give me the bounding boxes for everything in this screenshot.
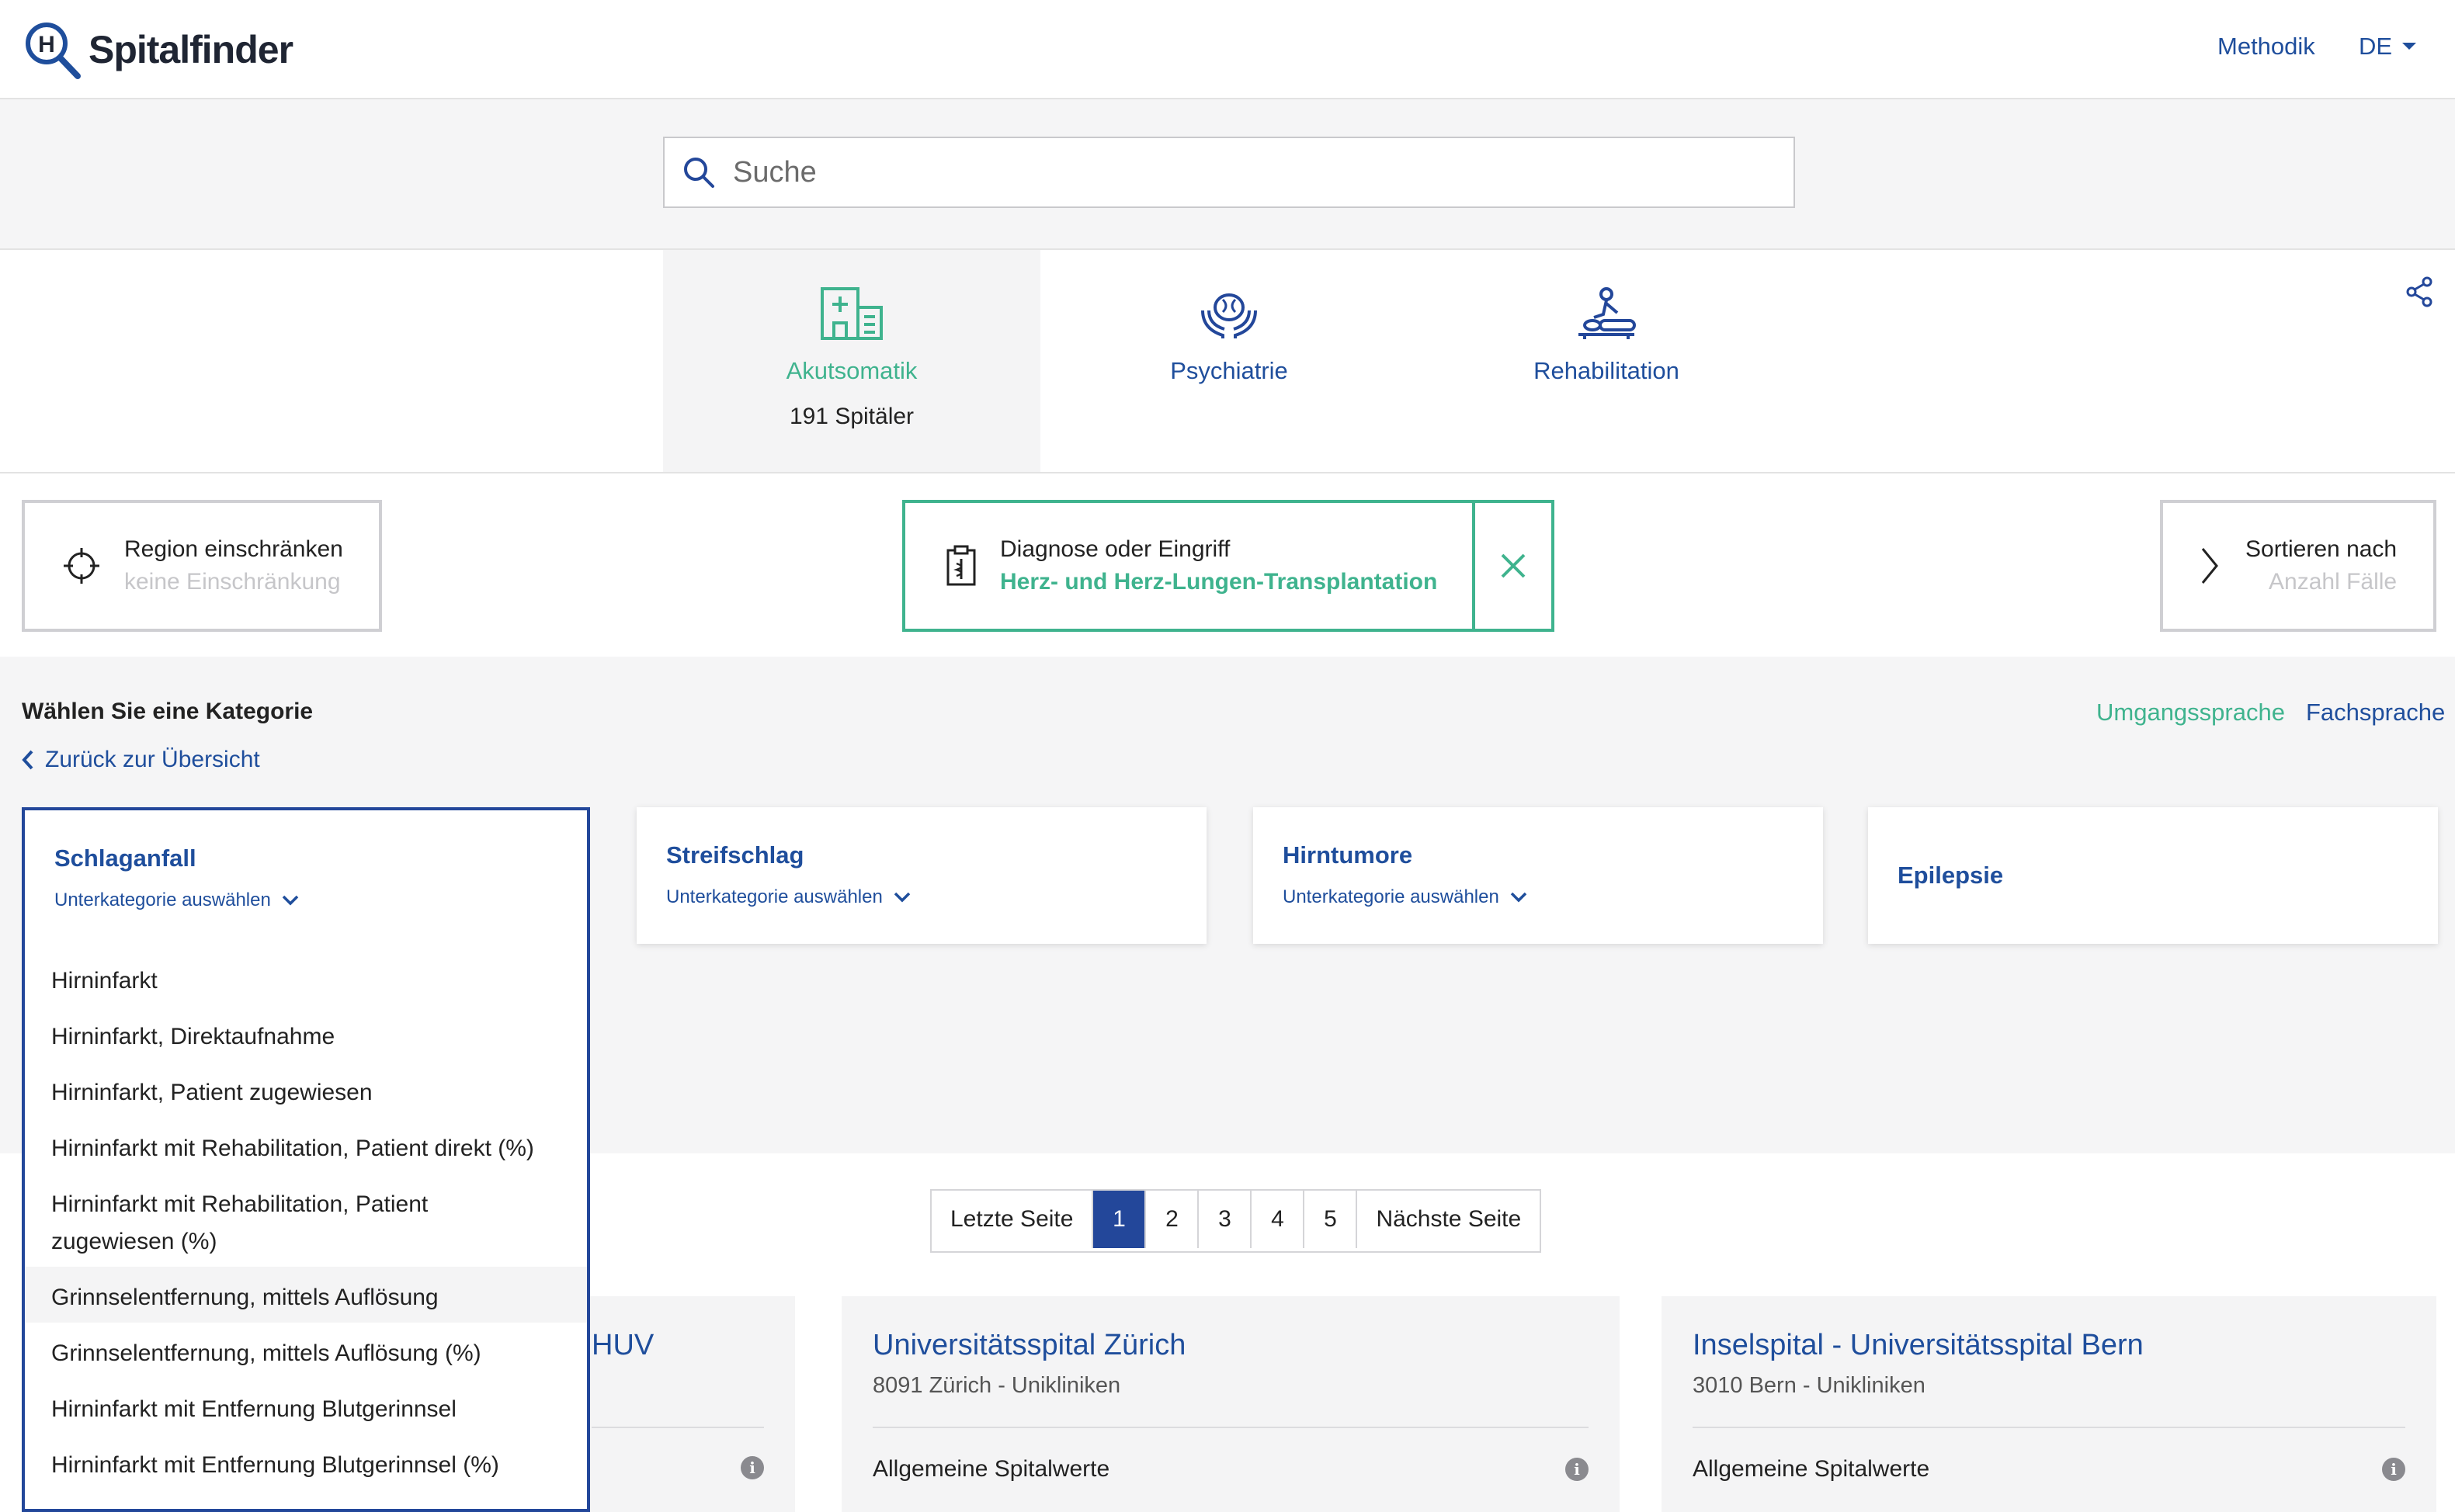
app-logo[interactable]: H Spitalfinder [22,17,293,82]
back-link-label: Zurück zur Übersicht [45,747,260,772]
divider [592,1427,764,1428]
diagnose-filter-value: Herz- und Herz-Lungen-Transplantation [1000,569,1438,595]
dropdown-item[interactable]: Hirninfarkt mit Entfernung Blutgerinnsel [25,1378,587,1434]
next-page-button[interactable]: Nächste Seite [1357,1191,1540,1248]
back-to-overview-link[interactable]: Zurück zur Übersicht [22,747,260,773]
tab-label: Psychiatrie [1170,357,1288,384]
page-4-button[interactable]: 4 [1252,1191,1305,1248]
subcategory-select[interactable]: Unterkategorie auswählen [666,886,1177,908]
subcategory-label: Unterkategorie auswählen [54,890,271,910]
info-icon[interactable]: i [2382,1458,2405,1481]
tab-psychiatrie[interactable]: Psychiatrie [1040,250,1418,472]
category-card-schlaganfall[interactable]: Schlaganfall Unterkategorie auswählen [22,807,590,942]
brain-hands-icon [1200,284,1259,343]
dropdown-item[interactable]: Grinnselentfernung, mittels Auflösung [25,1267,587,1323]
sort-value: Anzahl Fälle [2269,569,2398,595]
category-card-hirntumore[interactable]: Hirntumore Unterkategorie auswählen [1253,807,1823,944]
card-title: Hirntumore [1283,841,1413,869]
tab-rehabilitation[interactable]: Rehabilitation [1418,250,1795,472]
general-values-label: Allgemeine Spitalwerte [873,1456,1110,1482]
region-filter-value: keine Einschränkung [124,569,341,595]
chevron-left-icon [22,750,33,770]
dropdown-item[interactable]: Grinnselentfernung, mittels Auflösung (%… [25,1323,587,1378]
card-title: Schlaganfall [54,844,196,872]
close-icon [1501,553,1526,578]
methodik-link[interactable]: Methodik [2217,33,2315,61]
region-filter-button[interactable]: Region einschränken keine Einschränkung [22,500,382,632]
umgangssprache-toggle[interactable]: Umgangssprache [2096,699,2285,727]
sort-title: Sortieren nach [2245,536,2398,562]
result-title[interactable]: Inselspital - Universitätsspital Bern [1693,1329,2405,1362]
info-icon[interactable]: i [1565,1458,1589,1481]
dropdown-item[interactable]: Hirninfarkt mit Entfernung Blutgerinnsel… [25,1434,587,1490]
category-card-epilepsie[interactable]: Epilepsie [1868,807,2438,944]
result-location: 8091 Zürich - Unikliniken [873,1373,1121,1398]
diagnose-filter-title: Diagnose oder Eingriff [1000,536,1231,562]
dropdown-item[interactable]: Hirninfarkt, Patient zugewiesen [25,1062,587,1118]
hospital-search-logo-icon: H [26,23,81,79]
subcategory-select[interactable]: Unterkategorie auswählen [54,890,557,911]
language-select[interactable]: DE [2359,33,2417,61]
tab-label: Rehabilitation [1533,357,1679,384]
section-title: Wählen Sie eine Kategorie [22,699,314,724]
massage-table-icon [1575,284,1637,343]
result-card[interactable]: Universitätsspital Zürich 8091 Zürich - … [842,1296,1620,1512]
dropdown-item[interactable]: Hirninfarkt mit Rehabilitation, Patient … [25,1118,587,1174]
diagnose-filter-button[interactable]: Diagnose oder Eingriff Herz- und Herz-Lu… [902,500,1478,632]
search-icon [684,158,714,188]
card-title: Epilepsie [1898,862,2004,889]
caret-down-icon [2402,43,2417,50]
page-1-button[interactable]: 1 [1093,1191,1147,1248]
result-title[interactable]: Universitätsspital Zürich [873,1329,1589,1362]
result-location: 3010 Bern - Unikliniken [1693,1373,1925,1398]
dropdown-item[interactable]: Hirninfarkt [25,956,587,1006]
svg-text:H: H [38,32,55,57]
language-label: DE [2359,33,2393,60]
page-2-button[interactable]: 2 [1146,1191,1200,1248]
top-header [0,0,2455,99]
subcategory-label: Unterkategorie auswählen [666,886,883,907]
chevron-down-icon [1510,892,1527,903]
share-icon[interactable] [2405,276,2433,311]
chevron-down-icon [282,895,299,906]
general-values-label: Allgemeine Spitalwerte [1693,1456,1930,1482]
hospital-icon [819,284,884,343]
dropdown-item[interactable]: Hirninfarkt mit Rehabilitation, Patient … [25,1174,512,1267]
pagination: Letzte Seite 1 2 3 4 5 Nächste Seite [930,1189,1542,1253]
chevron-right-icon [2201,548,2218,584]
dropdown-item[interactable]: Hirninfarkt, Direktaufnahme [25,1006,587,1062]
card-title: Streifschlag [666,841,804,869]
medical-document-icon [946,545,976,586]
result-card[interactable]: Inselspital - Universitätsspital Bern 30… [1662,1296,2436,1512]
page-3-button[interactable]: 3 [1199,1191,1252,1248]
clear-diagnose-button[interactable] [1472,500,1554,632]
page-5-button[interactable]: 5 [1304,1191,1358,1248]
category-card-streifschlag[interactable]: Streifschlag Unterkategorie auswählen [637,807,1207,944]
hospital-count: 191 Spitäler [789,404,915,429]
subcategory-label: Unterkategorie auswählen [1283,886,1499,907]
sort-button[interactable]: Sortieren nach Anzahl Fälle [2160,500,2436,632]
tab-label: Akutsomatik [786,357,918,384]
chevron-down-icon [894,892,911,903]
previous-page-button[interactable]: Letzte Seite [932,1191,1094,1248]
divider [873,1427,1589,1428]
tab-akutsomatik[interactable]: Akutsomatik 191 Spitäler [663,250,1040,472]
divider [1693,1427,2405,1428]
search-field[interactable] [663,137,1795,208]
subcategory-select[interactable]: Unterkategorie auswählen [1283,886,1794,908]
region-filter-title: Region einschränken [124,536,343,562]
info-icon[interactable]: i [741,1456,764,1479]
app-name: Spitalfinder [89,28,293,71]
subcategory-dropdown: Hirninfarkt Hirninfarkt, Direktaufnahme … [22,939,590,1512]
crosshair-icon [64,548,99,584]
fachsprache-toggle[interactable]: Fachsprache [2306,699,2445,727]
search-input[interactable] [731,154,1744,190]
